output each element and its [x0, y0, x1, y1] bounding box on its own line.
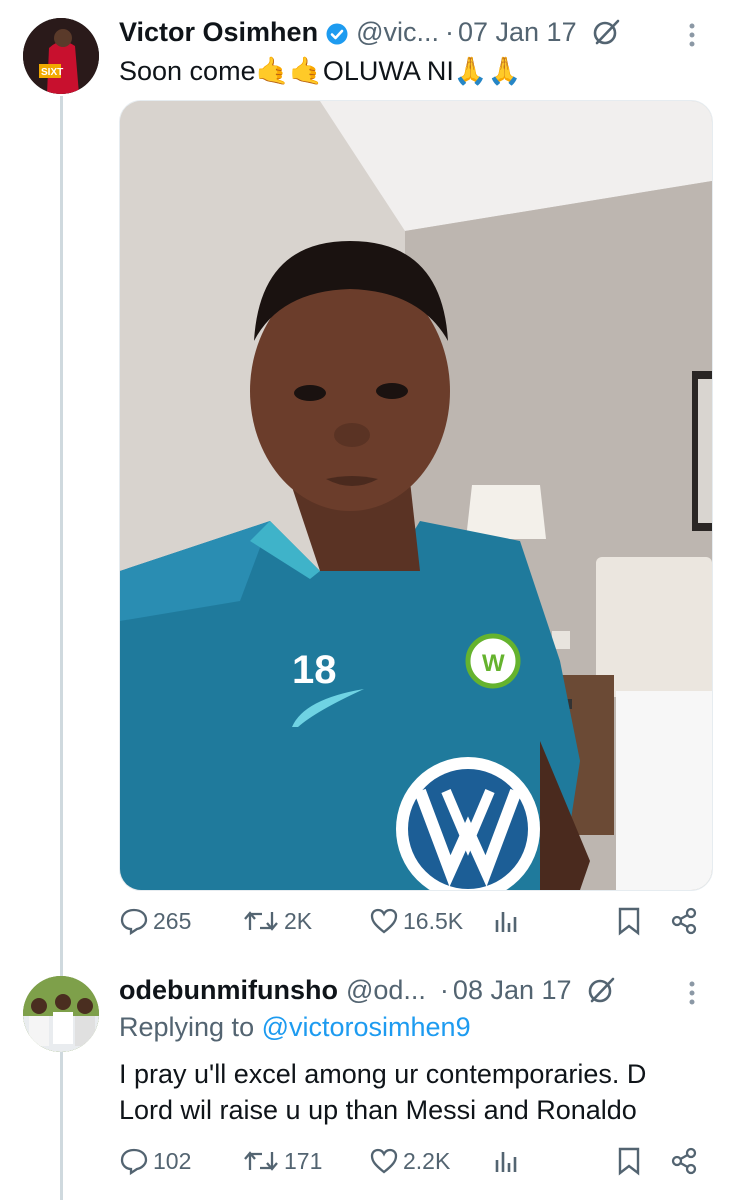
bookmark-button[interactable] — [615, 906, 643, 936]
author-name[interactable]: Victor Osimhen — [119, 17, 318, 48]
reply-avatar[interactable] — [23, 976, 99, 1052]
author-avatar[interactable]: SIXT — [23, 18, 99, 94]
views-icon — [495, 912, 517, 932]
reply-text: I pray u'll excel among ur contemporarie… — [119, 1059, 647, 1125]
repost-icon — [244, 1151, 278, 1171]
reply-button[interactable]: 265 — [119, 906, 191, 936]
repost-button[interactable]: 2K — [242, 906, 312, 936]
author-handle[interactable]: @vic... — [356, 17, 439, 48]
repost-count: 2K — [284, 907, 313, 934]
thread-line-reply — [60, 1052, 63, 1200]
tweet-actions: 265 2K 16.5K — [119, 906, 711, 946]
reply-reply-button[interactable]: 102 — [119, 1146, 191, 1176]
reply-count: 265 — [153, 907, 192, 934]
reply-separator-dot: · — [439, 974, 449, 1005]
tweet-date[interactable]: 07 Jan 17 — [458, 17, 577, 48]
replying-to-handle[interactable]: @victorosimhen9 — [262, 1012, 471, 1042]
jersey-number: 18 — [292, 648, 337, 692]
reply-actions: 102 171 2.2K — [119, 1146, 711, 1186]
reply-reply-count: 102 — [153, 1147, 192, 1174]
tweet-header: Victor Osimhen @vic... · 07 Jan 17 — [119, 14, 621, 50]
reply-views-button[interactable] — [491, 1146, 521, 1176]
reply-author-name[interactable]: odebunmifunsho — [119, 975, 338, 1006]
reply-repost-count: 171 — [284, 1147, 323, 1174]
like-button[interactable]: 16.5K — [369, 906, 463, 936]
share-icon — [671, 1147, 697, 1175]
bookmark-icon — [618, 907, 640, 936]
like-icon — [370, 1148, 398, 1174]
reply-share-button[interactable] — [669, 1146, 699, 1176]
reply-bookmark-button[interactable] — [615, 1146, 643, 1176]
reply-more-icon[interactable] — [688, 980, 696, 1006]
reply-like-button[interactable]: 2.2K — [369, 1146, 450, 1176]
reply-author-handle[interactable]: @od... — [346, 975, 426, 1006]
reply-avatar-image — [23, 976, 99, 1052]
views-button[interactable] — [491, 906, 521, 936]
share-icon — [671, 907, 697, 935]
tweet-photo[interactable]: 18 W — [119, 100, 713, 891]
grok-icon[interactable] — [591, 17, 621, 47]
repost-icon — [244, 911, 278, 931]
reply-icon — [120, 1148, 148, 1176]
bookmark-icon — [618, 1147, 640, 1176]
replying-to-label: Replying to — [119, 1012, 262, 1042]
views-icon — [495, 1152, 517, 1172]
reply-grok-icon[interactable] — [586, 975, 616, 1005]
reply-like-count: 2.2K — [403, 1147, 451, 1174]
thread-line — [60, 96, 63, 976]
svg-text:W: W — [482, 650, 505, 677]
avatar-image: SIXT — [23, 18, 99, 94]
more-icon[interactable] — [688, 22, 696, 48]
photo-selfie: 18 W — [120, 101, 712, 890]
share-button[interactable] — [669, 906, 699, 936]
tweet-text: Soon come🤙🤙OLUWA NI🙏🙏 — [119, 56, 522, 86]
separator-dot: · — [444, 16, 454, 47]
reply-repost-button[interactable]: 171 — [242, 1146, 322, 1176]
like-icon — [370, 908, 398, 934]
reply-header: odebunmifunsho @od... · 08 Jan 17 — [119, 972, 616, 1008]
replying-to: Replying to @victorosimhen9 — [119, 1012, 471, 1043]
verified-badge-icon — [326, 21, 348, 45]
svg-text:SIXT: SIXT — [41, 67, 63, 78]
reply-date[interactable]: 08 Jan 17 — [453, 975, 572, 1006]
reply-icon — [120, 908, 148, 936]
like-count: 16.5K — [403, 907, 464, 934]
